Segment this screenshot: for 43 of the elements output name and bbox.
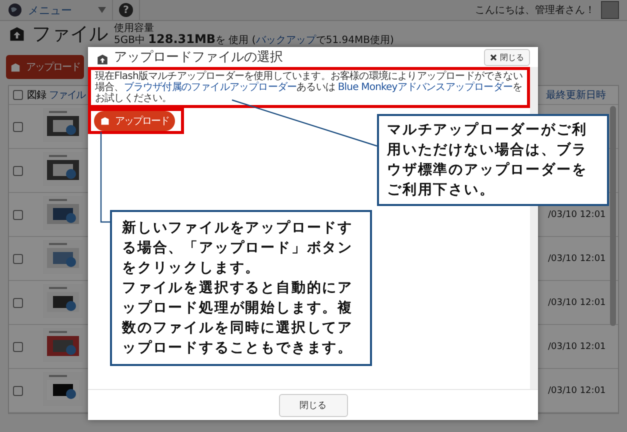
row-checkbox[interactable] — [13, 122, 23, 132]
uploader-link[interactable]: Blue Monkeyアドバンスアップローダー — [338, 82, 513, 93]
upload-button[interactable]: アップロード — [94, 111, 175, 131]
menu-button[interactable]: メニュー — [28, 2, 92, 18]
dialog-title: アップロードファイルの選択 — [114, 49, 283, 66]
row-checkbox[interactable] — [13, 166, 23, 176]
row-checkbox[interactable] — [13, 254, 23, 264]
close-icon — [490, 54, 497, 60]
help-icon[interactable]: ? — [119, 3, 133, 17]
callout-text: マルチアップローダーがご利用いただけない場合は、ブラウザ標準のアップローダーをご利用下さい。 — [387, 121, 588, 200]
callout-text: 新しいファイルをアップロードする場合、「アップロード」ボタンをクリックします。 — [122, 218, 354, 278]
scrollbar[interactable] — [610, 106, 616, 326]
column-header[interactable]: 最終更新日時 — [546, 88, 606, 102]
usage-label: 使用容量 — [114, 22, 155, 34]
table-cell-text: /03/10 12:01 — [548, 210, 607, 220]
page-title: ファイル — [32, 22, 108, 47]
upload-icon — [100, 116, 110, 126]
column-header: 図録 — [27, 89, 46, 102]
usage-text: 5GB中 128.31MBを 使用 (バックアップで51.94MB使用) — [114, 34, 394, 46]
uploader-link[interactable]: ブラウザ付属のファイルアップローダー — [124, 82, 297, 93]
avatar-icon[interactable] — [601, 1, 619, 19]
row-checkbox[interactable] — [13, 210, 23, 220]
greeting-text: こんにちは、管理者さん！ — [475, 4, 595, 17]
upload-button[interactable]: アップロード — [6, 55, 84, 79]
table-cell-text: /03/10 12:01 — [548, 254, 607, 264]
column-header[interactable]: ファイル — [49, 88, 85, 102]
box-icon — [8, 25, 26, 43]
select-all-checkbox[interactable] — [13, 90, 23, 100]
box-icon — [96, 52, 109, 66]
close-button[interactable]: 閉じる — [484, 48, 530, 66]
backup-link[interactable]: バックアップ — [256, 34, 316, 46]
table-cell-text: /03/10 12:01 — [548, 342, 607, 352]
close-button[interactable]: 閉じる — [278, 394, 348, 416]
caret-icon[interactable] — [98, 7, 106, 13]
table-cell-text: /03/10 12:01 — [548, 298, 607, 308]
row-checkbox[interactable] — [13, 298, 23, 308]
globe-icon — [8, 3, 22, 17]
upload-icon — [10, 62, 21, 72]
row-checkbox[interactable] — [13, 342, 23, 352]
table-cell-text: /03/10 12:01 — [548, 386, 607, 396]
callout-text: ファイルを選択すると自動的にアップロード処理が開始します。複数のファイルを同時に選択してアップロードすることもできます。 — [122, 279, 354, 358]
row-checkbox[interactable] — [13, 386, 23, 396]
notice-text: 現在Flash版マルチアップローダーを使用しています。お客様の環境によりアップロードができない場合、ブラウザ付属のファイルアップローダーあるいは Blue Monkeyアドバンスアップローダーをお試しください。 — [95, 71, 523, 104]
